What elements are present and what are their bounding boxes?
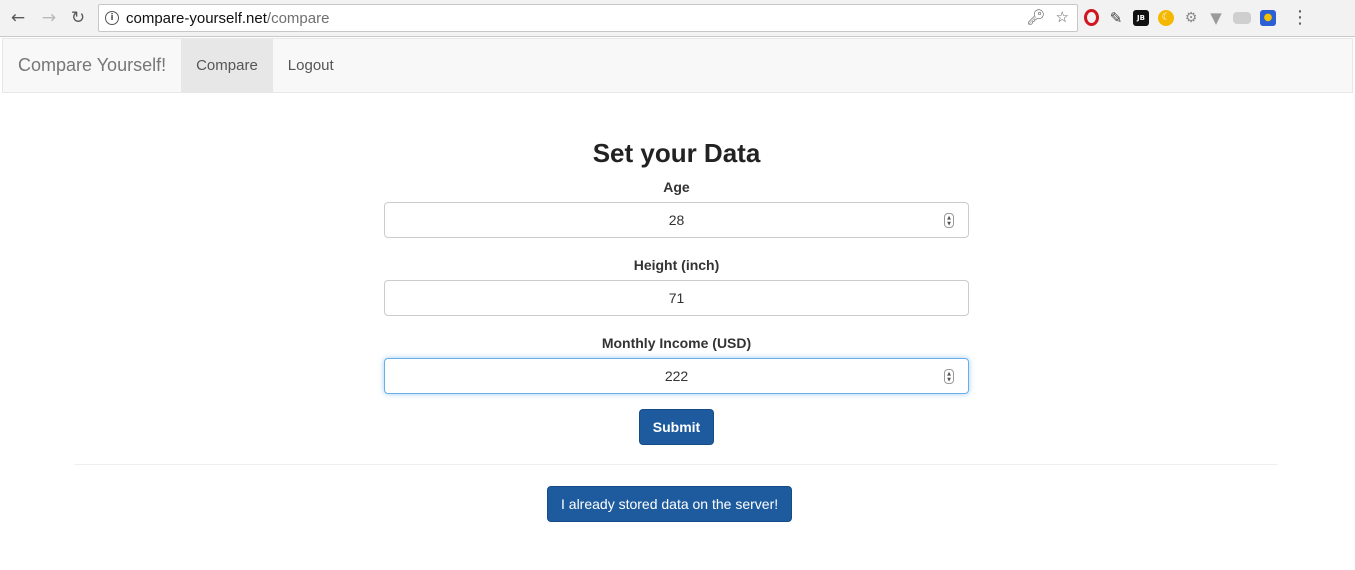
income-value: 222	[664, 368, 689, 384]
nav-compare[interactable]: Compare	[181, 39, 273, 92]
menu-icon[interactable]: ⋮	[1291, 7, 1309, 28]
number-spinner-icon[interactable]: ▲ ▼	[944, 369, 954, 384]
divider	[75, 464, 1277, 465]
star-icon[interactable]: ☆	[1056, 8, 1069, 26]
stored-wrap: I already stored data on the server!	[547, 486, 793, 522]
height-group: Height (inch) 71	[384, 250, 969, 316]
back-icon[interactable]: ←	[5, 5, 31, 31]
url-host: compare-yourself.net	[126, 9, 267, 27]
jb-icon[interactable]: JB	[1133, 9, 1149, 26]
moon-icon[interactable]: ☾	[1158, 9, 1174, 26]
age-group: Age 28 ▲ ▼	[384, 172, 969, 238]
key-icon[interactable]: 🔑︎	[1027, 8, 1046, 26]
pen-icon[interactable]: ✎	[1108, 9, 1124, 27]
height-value: 71	[668, 290, 685, 306]
reload-icon[interactable]: ↻	[65, 5, 91, 31]
submit-wrap: Submit	[384, 409, 969, 445]
number-spinner-icon[interactable]: ▲ ▼	[944, 213, 954, 228]
age-value: 28	[668, 212, 685, 228]
income-group: Monthly Income (USD) 222 ▲ ▼	[384, 328, 969, 394]
browser-toolbar: ← → ↻ i compare-yourself.net/compare 🔑︎ …	[0, 0, 1355, 37]
submit-button[interactable]: Submit	[638, 409, 715, 445]
camera-icon[interactable]	[1233, 11, 1251, 24]
v-icon[interactable]: ▼	[1208, 9, 1224, 27]
gear-icon[interactable]: ⚙	[1183, 10, 1199, 26]
stored-data-button[interactable]: I already stored data on the server!	[547, 486, 793, 522]
income-input[interactable]: 222 ▲ ▼	[384, 358, 969, 394]
blue-ext-icon[interactable]: ●	[1260, 9, 1276, 26]
age-label: Age	[663, 179, 690, 195]
extensions-bar: ✎ JB ☾ ⚙ ▼ ● ⋮	[1084, 7, 1309, 28]
navbar-brand[interactable]: Compare Yourself!	[3, 39, 181, 92]
income-label: Monthly Income (USD)	[601, 335, 752, 351]
opera-icon[interactable]	[1084, 9, 1099, 26]
height-label: Height (inch)	[633, 257, 720, 273]
address-bar[interactable]: i compare-yourself.net/compare 🔑︎ ☆	[98, 4, 1078, 32]
age-input[interactable]: 28 ▲ ▼	[384, 202, 969, 238]
data-form: Set your Data Age 28 ▲ ▼ Height (inch) 71…	[384, 130, 969, 445]
forward-icon[interactable]: →	[36, 5, 62, 31]
navbar: Compare Yourself! Compare Logout	[2, 38, 1353, 93]
info-icon[interactable]: i	[105, 11, 119, 25]
height-input[interactable]: 71	[384, 280, 969, 316]
url-path: /compare	[266, 9, 330, 27]
page-title: Set your Data	[592, 138, 761, 168]
nav-logout[interactable]: Logout	[273, 39, 349, 92]
